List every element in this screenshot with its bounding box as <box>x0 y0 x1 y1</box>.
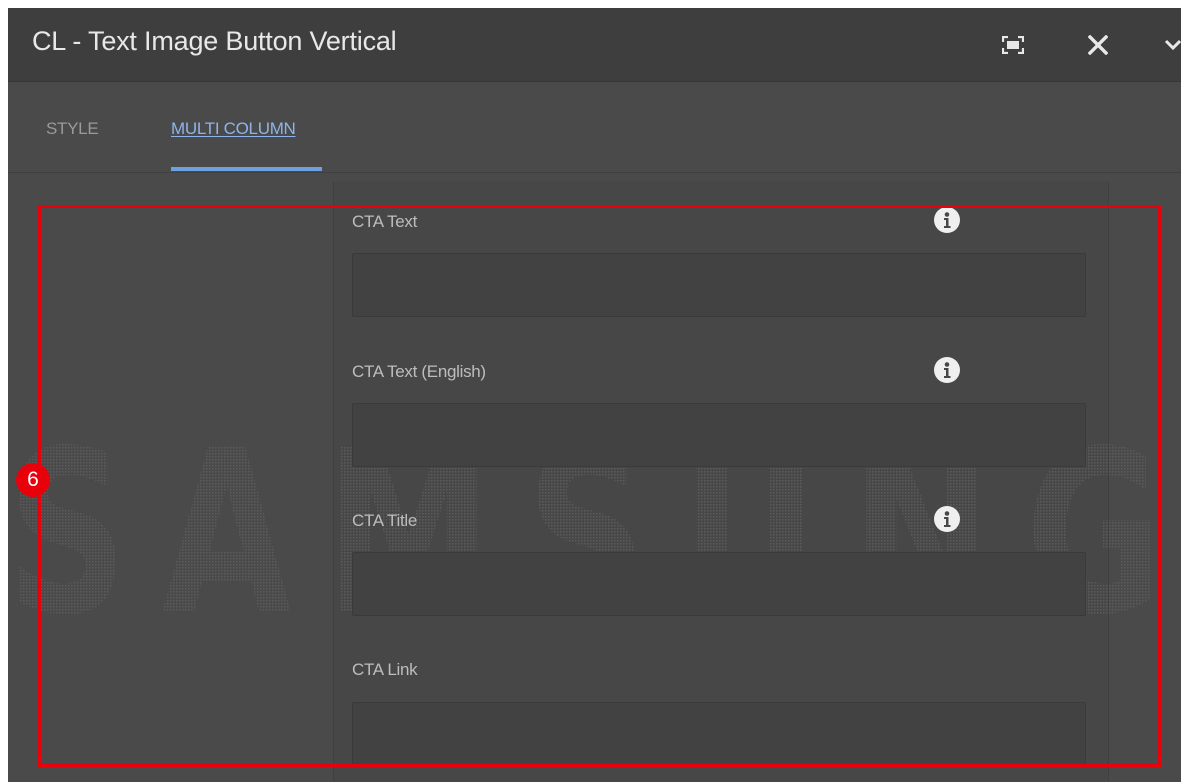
dialog-title: CL - Text Image Button Vertical <box>32 26 397 56</box>
dialog: CL - Text Image Button Vertical STYLE MU… <box>8 8 1181 782</box>
fullscreen-icon[interactable] <box>993 8 1033 81</box>
cta-link-label: CTA Link <box>352 660 418 679</box>
tab-multi-column[interactable]: MULTI COLUMN <box>171 119 296 139</box>
cta-text-english-input[interactable] <box>352 403 1086 467</box>
tab-style[interactable]: STYLE <box>46 119 99 139</box>
close-icon[interactable] <box>1078 8 1118 81</box>
chevron-down-icon[interactable] <box>1158 8 1181 81</box>
cta-text-english-label: CTA Text (English) <box>352 362 486 381</box>
cta-link-input[interactable] <box>352 702 1086 766</box>
cta-text-input[interactable] <box>352 253 1086 317</box>
active-tab-indicator <box>171 167 322 171</box>
info-icon[interactable] <box>934 506 960 532</box>
cta-text-label: CTA Text <box>352 212 417 231</box>
tab-bar: STYLE MULTI COLUMN <box>8 82 1181 173</box>
cta-title-label: CTA Title <box>352 511 418 530</box>
info-icon[interactable] <box>934 207 960 233</box>
dialog-header: CL - Text Image Button Vertical <box>8 8 1181 82</box>
info-icon[interactable] <box>934 357 960 383</box>
cta-title-input[interactable] <box>352 552 1086 616</box>
step-number-badge: 6 <box>16 463 50 497</box>
